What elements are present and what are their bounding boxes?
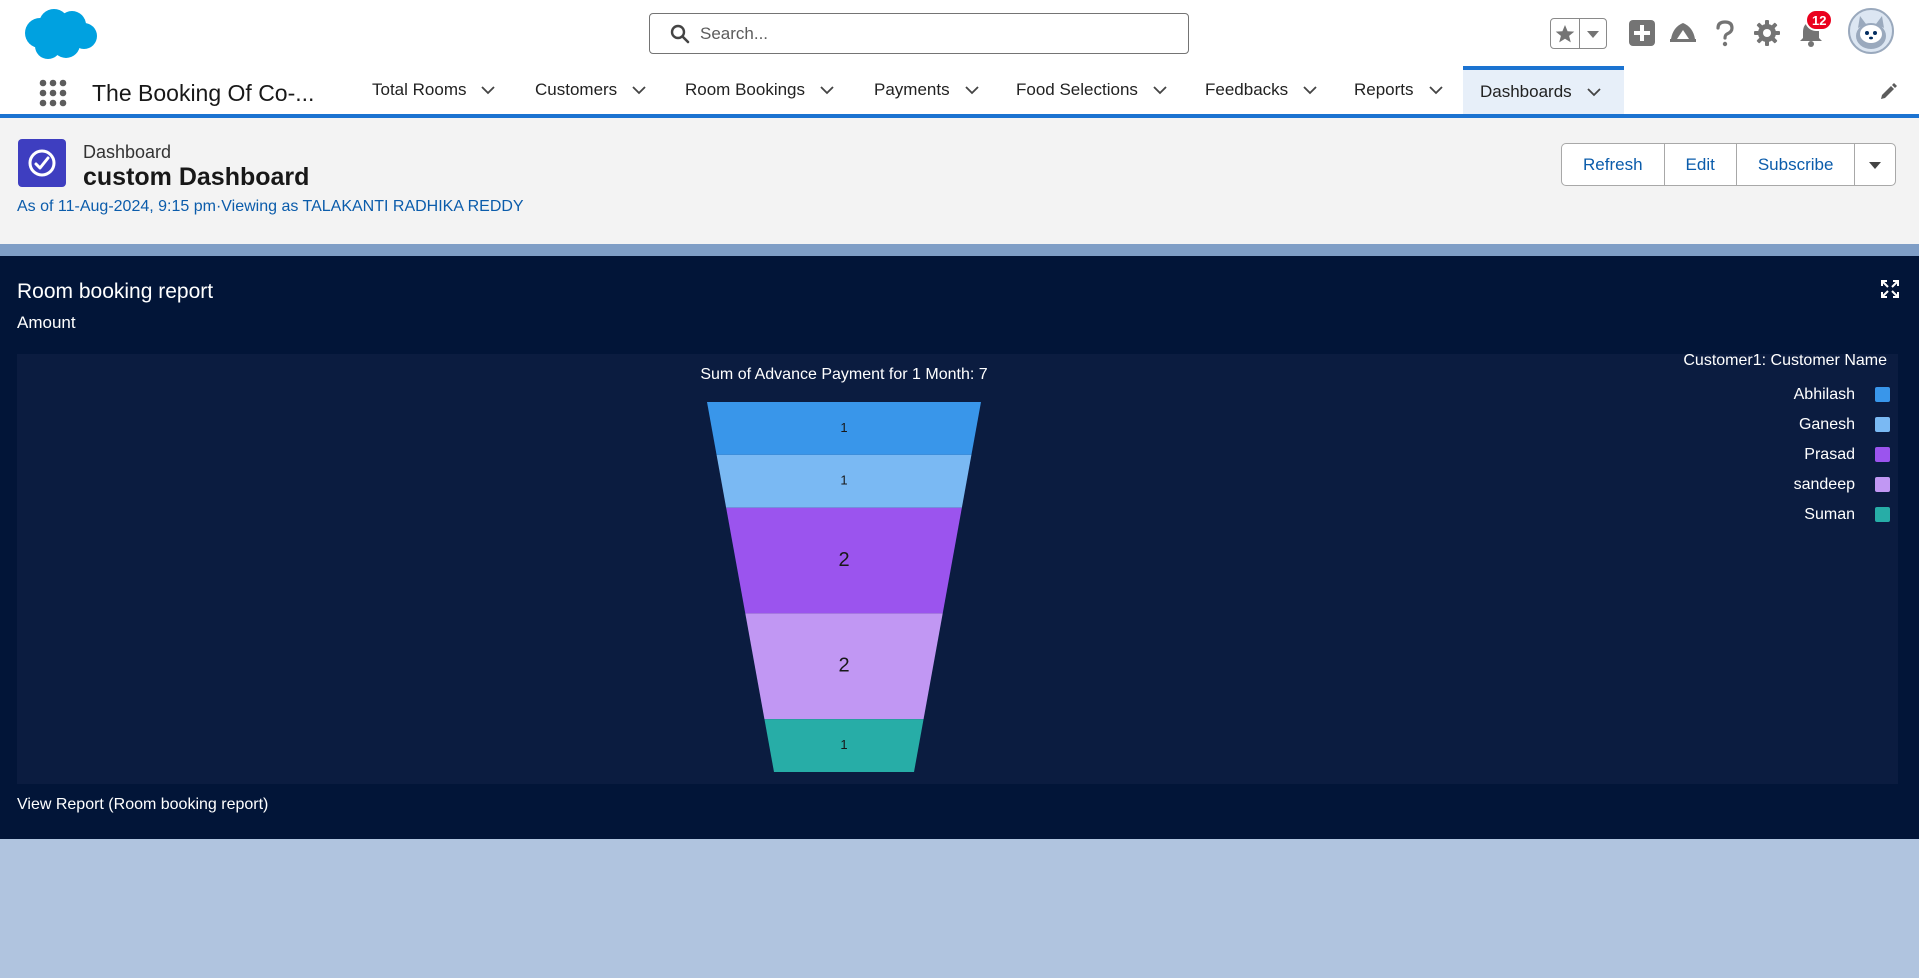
- chevron-down-icon[interactable]: [1428, 82, 1444, 98]
- dashboard-actions: Refresh Edit Subscribe: [1561, 143, 1897, 186]
- gear-icon: [1754, 20, 1780, 46]
- funnel-data-label: 1: [840, 473, 847, 488]
- legend-item-label[interactable]: Abhilash: [1794, 386, 1855, 403]
- subscribe-button[interactable]: Subscribe: [1737, 144, 1856, 185]
- legend-title: Customer1: Customer Name: [1683, 354, 1887, 369]
- refresh-button[interactable]: Refresh: [1562, 144, 1665, 185]
- more-actions-button[interactable]: [1855, 144, 1895, 185]
- caret-down-icon: [1587, 30, 1600, 38]
- user-avatar[interactable]: [1848, 8, 1894, 54]
- legend-swatch[interactable]: [1875, 477, 1890, 492]
- search-icon: [670, 24, 690, 43]
- tab-food-selections[interactable]: Food Selections: [1016, 66, 1168, 114]
- tab-label: Room Bookings: [685, 80, 806, 99]
- gauge-icon: [28, 149, 56, 177]
- legend-item-label[interactable]: Ganesh: [1799, 416, 1855, 433]
- legend-item-label[interactable]: Suman: [1804, 506, 1855, 523]
- chevron-down-icon[interactable]: [1302, 82, 1318, 98]
- tab-dashboards[interactable]: Dashboards: [1463, 66, 1624, 114]
- setup-button[interactable]: [1752, 18, 1782, 48]
- trailhead-button[interactable]: [1668, 18, 1698, 48]
- chevron-down-icon[interactable]: [964, 82, 980, 98]
- funnel-data-label: 2: [838, 549, 849, 571]
- component-title: Room booking report: [17, 280, 214, 303]
- global-header: 12: [0, 0, 1919, 66]
- plus-icon: [1629, 20, 1655, 46]
- chart-area: Sum of Advance Payment for 1 Month: 7 Cu…: [17, 354, 1898, 784]
- app-navigation-bar: The Booking Of Co-... Total Rooms Custom…: [0, 66, 1919, 118]
- page-title: custom Dashboard: [83, 163, 310, 191]
- tab-total-rooms[interactable]: Total Rooms: [372, 66, 496, 114]
- global-actions-button[interactable]: [1627, 18, 1657, 48]
- help-button[interactable]: [1710, 18, 1740, 48]
- component-subtitle: Amount: [17, 313, 76, 332]
- dashboard-icon: [18, 139, 66, 187]
- favorites-button[interactable]: [1551, 19, 1581, 48]
- favorites-group: [1550, 18, 1607, 49]
- legend-swatch[interactable]: [1875, 387, 1890, 402]
- view-report-link[interactable]: View Report (Room booking report): [17, 796, 268, 814]
- tab-reports[interactable]: Reports: [1354, 66, 1444, 114]
- app-launcher-icon[interactable]: [38, 78, 68, 108]
- chevron-down-icon[interactable]: [1586, 84, 1602, 100]
- trailhead-icon: [1670, 23, 1696, 42]
- funnel-data-label: 1: [840, 737, 847, 752]
- tab-feedbacks[interactable]: Feedbacks: [1205, 66, 1318, 114]
- notification-count-badge: 12: [1805, 9, 1834, 31]
- tab-label: Total Rooms: [372, 80, 467, 99]
- chevron-down-icon[interactable]: [631, 82, 647, 98]
- global-search[interactable]: [649, 13, 1189, 54]
- chart-title: Sum of Advance Payment for 1 Month: 7: [700, 366, 987, 383]
- decorative-pattern-strip: [0, 244, 1919, 256]
- tab-customers[interactable]: Customers: [535, 66, 647, 114]
- chevron-down-icon[interactable]: [1152, 82, 1168, 98]
- caret-down-icon: [1869, 161, 1882, 169]
- as-of-info: As of 11-Aug-2024, 9:15 pm·Viewing as TA…: [17, 198, 524, 215]
- star-icon: [1555, 24, 1575, 42]
- expand-icon[interactable]: [1881, 280, 1899, 298]
- funnel-data-label: 2: [838, 655, 849, 677]
- tab-label: Reports: [1354, 80, 1414, 99]
- edit-button[interactable]: Edit: [1665, 144, 1737, 185]
- edit-nav-icon[interactable]: [1878, 82, 1898, 102]
- legend-swatch[interactable]: [1875, 447, 1890, 462]
- page-header: Dashboard custom Dashboard As of 11-Aug-…: [0, 118, 1919, 244]
- favorites-list-button[interactable]: [1580, 19, 1606, 48]
- question-icon: [1716, 20, 1734, 47]
- search-input[interactable]: [700, 23, 1160, 44]
- funnel-data-label: 1: [840, 420, 847, 435]
- tab-label: Feedbacks: [1205, 80, 1289, 99]
- chevron-down-icon[interactable]: [480, 82, 496, 98]
- tab-payments[interactable]: Payments: [874, 66, 980, 114]
- funnel-chart: Sum of Advance Payment for 1 Month: 7 Cu…: [700, 354, 1890, 772]
- object-type-label: Dashboard: [83, 142, 172, 162]
- salesforce-logo[interactable]: [20, 6, 100, 62]
- chevron-down-icon[interactable]: [819, 82, 835, 98]
- legend-item-label[interactable]: Prasad: [1804, 446, 1855, 463]
- astro-avatar-icon: [1856, 16, 1886, 49]
- legend-swatch[interactable]: [1875, 507, 1890, 522]
- tab-label: Customers: [535, 80, 618, 99]
- app-name: The Booking Of Co-...: [92, 80, 315, 106]
- tab-label: Payments: [874, 80, 950, 99]
- tab-label: Food Selections: [1016, 80, 1138, 99]
- tab-room-bookings[interactable]: Room Bookings: [685, 66, 835, 114]
- tab-label: Dashboards: [1480, 82, 1572, 101]
- legend-swatch[interactable]: [1875, 417, 1890, 432]
- dashboard-component: Room booking report Amount Sum of Advanc…: [0, 256, 1919, 839]
- legend-item-label[interactable]: sandeep: [1794, 476, 1855, 493]
